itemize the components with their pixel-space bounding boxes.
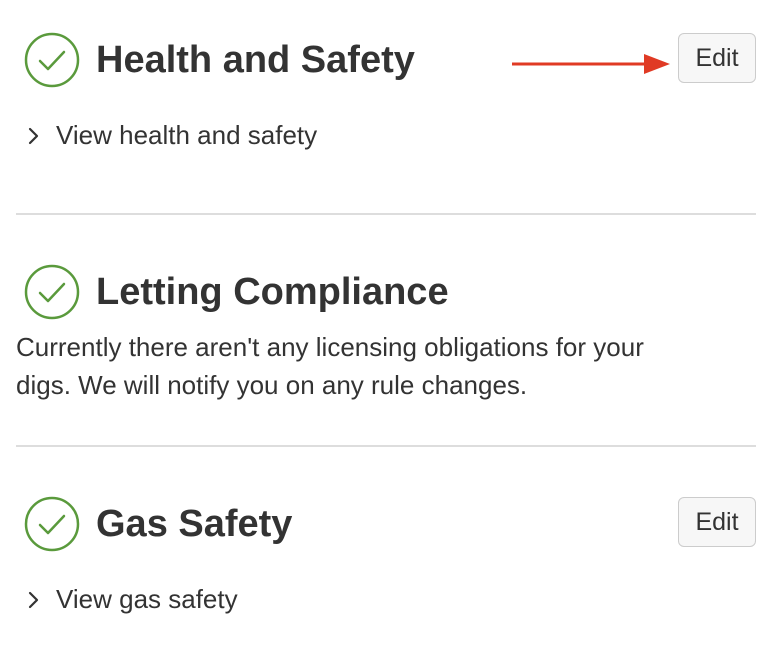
check-circle-icon: [24, 32, 80, 88]
chevron-right-icon: [24, 587, 44, 613]
section-title: Letting Compliance: [96, 270, 449, 313]
edit-button[interactable]: Edit: [678, 497, 756, 547]
divider: [16, 213, 756, 215]
toggle-label: View gas safety: [56, 584, 238, 614]
chevron-right-icon: [24, 123, 44, 149]
check-circle-icon: [24, 264, 80, 320]
section-title: Health and Safety: [96, 38, 415, 81]
arrow-right-icon: [510, 50, 672, 80]
section-heading: Letting Compliance: [24, 264, 449, 320]
view-gas-safety-toggle[interactable]: View gas safety: [24, 584, 238, 615]
section-letting-compliance: Letting Compliance Currently there aren'…: [16, 232, 756, 446]
check-circle-icon: [24, 496, 80, 552]
toggle-label: View health and safety: [56, 120, 318, 150]
divider: [16, 445, 756, 447]
section-heading: Gas Safety: [24, 496, 292, 552]
section-health-and-safety: Health and Safety Edit View health and s…: [16, 0, 756, 214]
edit-button[interactable]: Edit: [678, 33, 756, 83]
compliance-message: Currently there aren't any licensing obl…: [16, 332, 644, 400]
section-title: Gas Safety: [96, 502, 293, 545]
view-health-and-safety-toggle[interactable]: View health and safety: [24, 120, 317, 151]
section-gas-safety: Gas Safety Edit View gas safety: [16, 464, 756, 654]
section-heading: Health and Safety: [24, 32, 415, 88]
